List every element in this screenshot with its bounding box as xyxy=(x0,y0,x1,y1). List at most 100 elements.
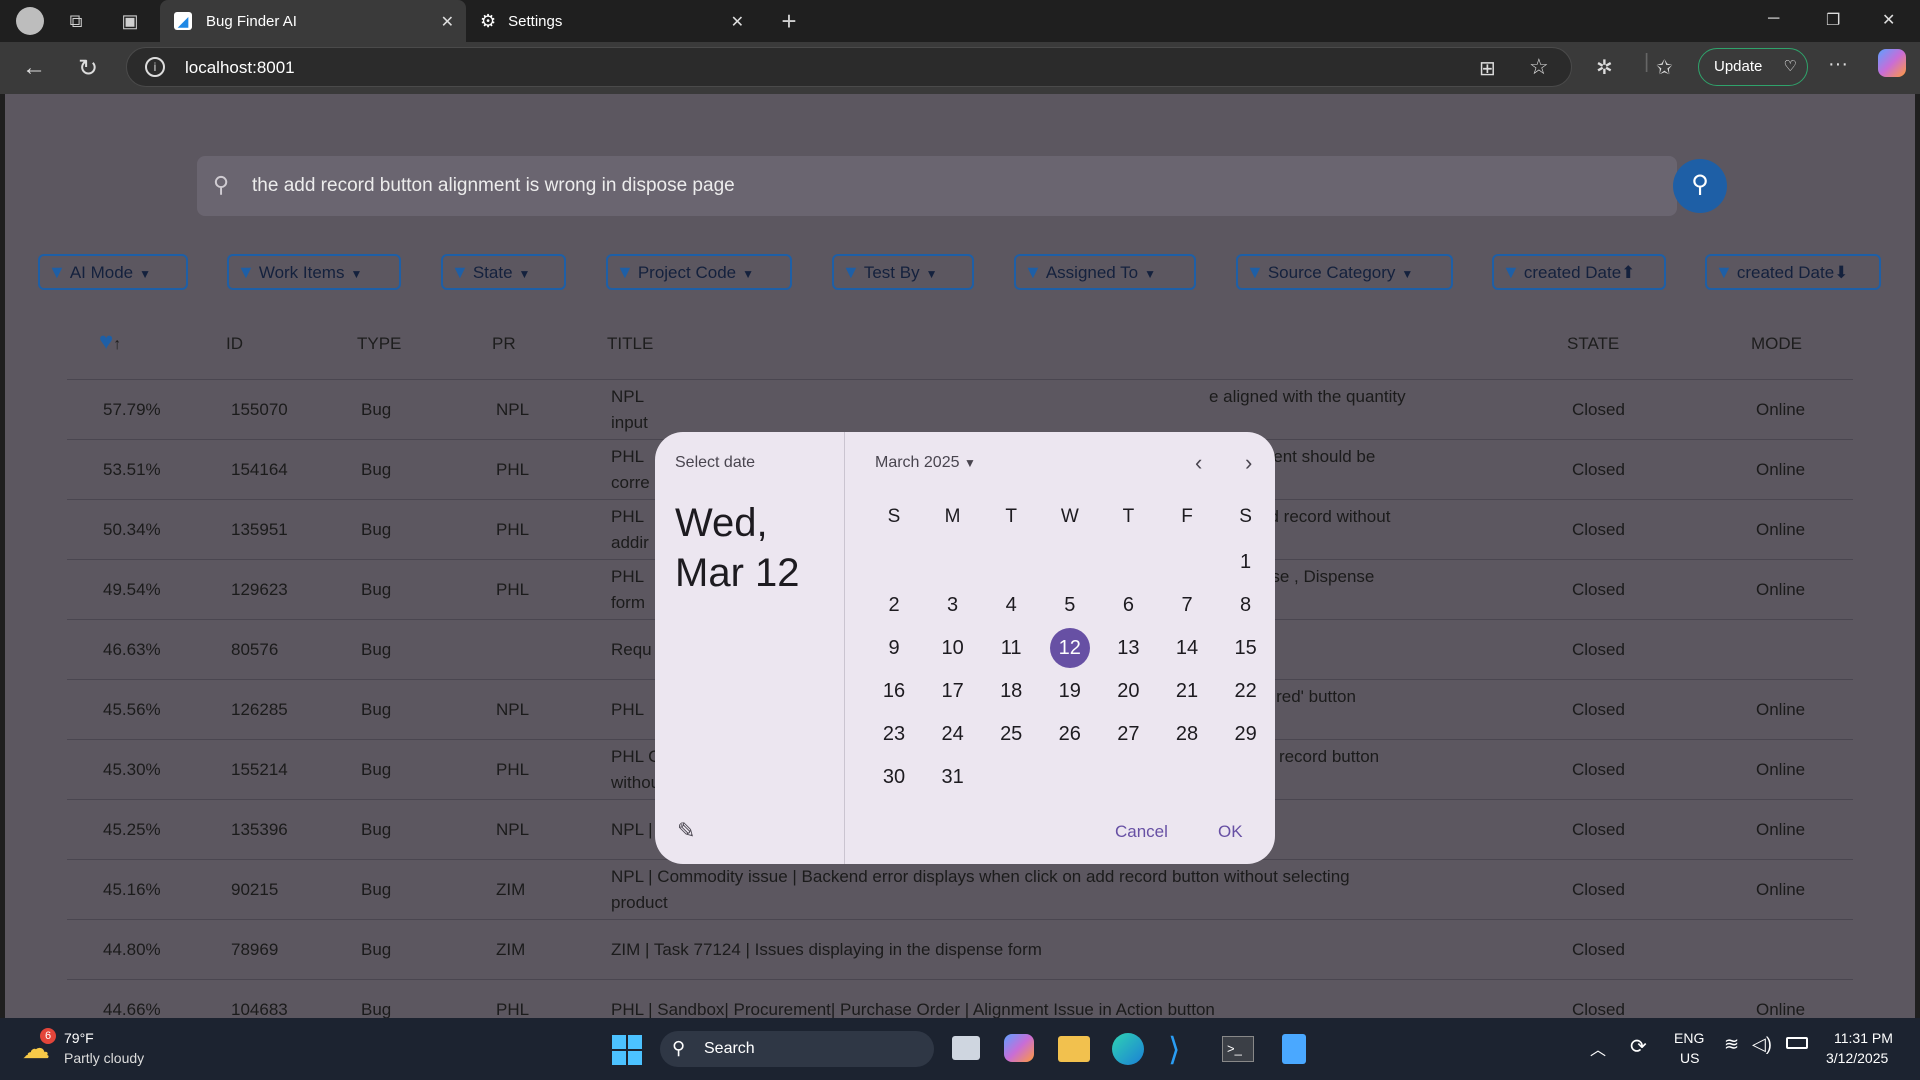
dropdown-icon: ▼ xyxy=(963,456,976,470)
close-icon[interactable]: ✕ xyxy=(731,12,744,32)
calendar-day[interactable]: 5 xyxy=(1050,585,1090,625)
date-picker-header: Select date Wed, Mar 12 ✎ xyxy=(655,432,845,864)
new-tab-icon[interactable]: + xyxy=(777,8,801,34)
notepad-icon[interactable] xyxy=(1282,1034,1306,1064)
vertical-tabs-icon[interactable]: ▣ xyxy=(118,9,142,33)
calendar-day[interactable]: 6 xyxy=(1108,585,1148,625)
calendar-day[interactable]: 25 xyxy=(991,714,1031,754)
calendar-day[interactable]: 2 xyxy=(874,585,914,625)
calendar-day[interactable]: 21 xyxy=(1167,671,1207,711)
vscode-icon[interactable]: ⟩ xyxy=(1168,1030,1180,1068)
next-month-icon[interactable]: › xyxy=(1245,450,1252,476)
sync-icon[interactable]: ⟳ xyxy=(1630,1034,1647,1059)
month-year-selector[interactable]: March 2025 ▼ xyxy=(875,454,976,472)
app-available-icon[interactable]: ⊞ xyxy=(1479,56,1496,81)
weekday-label: M xyxy=(944,506,961,527)
edit-pencil-icon[interactable]: ✎ xyxy=(677,818,695,844)
url-text[interactable]: localhost:8001 xyxy=(185,58,295,78)
input-language[interactable]: ENG xyxy=(1674,1030,1704,1046)
show-hidden-icons-chevron[interactable]: ︿ xyxy=(1590,1036,1606,1060)
update-button[interactable]: Update ♡ xyxy=(1698,48,1808,86)
calendar-day[interactable]: 26 xyxy=(1050,714,1090,754)
favorites-icon[interactable]: ✩ xyxy=(1656,55,1673,80)
file-explorer-icon[interactable] xyxy=(1058,1036,1090,1062)
calendar-day-selected[interactable]: 12 xyxy=(1049,628,1090,668)
weather-temp[interactable]: 79°F xyxy=(64,1030,94,1046)
battery-icon[interactable] xyxy=(1786,1037,1808,1049)
tab-settings[interactable]: ⚙ Settings ✕ xyxy=(466,0,756,42)
copilot-icon[interactable] xyxy=(1878,49,1906,77)
calendar-day[interactable]: 29 xyxy=(1226,714,1266,754)
month-label: March 2025 xyxy=(875,454,960,471)
calendar-day[interactable]: 14 xyxy=(1167,628,1207,668)
update-label: Update xyxy=(1714,58,1763,75)
wifi-icon[interactable]: ≋ xyxy=(1724,1034,1739,1055)
calendar-day[interactable]: 10 xyxy=(933,628,973,668)
calendar-day[interactable]: 17 xyxy=(933,671,973,711)
toolbar-divider: | xyxy=(1644,51,1650,73)
edge-browser-icon[interactable] xyxy=(1112,1033,1144,1065)
weather-desc[interactable]: Partly cloudy xyxy=(64,1050,144,1066)
select-date-heading: Select date xyxy=(675,454,756,471)
weekday-label: F xyxy=(1181,506,1193,527)
taskbar-search[interactable]: ⚲ Search xyxy=(660,1031,934,1067)
copilot-app-icon[interactable] xyxy=(1004,1034,1034,1062)
calendar-day[interactable]: 22 xyxy=(1226,671,1266,711)
info-icon[interactable]: i xyxy=(145,57,165,77)
calendar-day[interactable]: 15 xyxy=(1226,628,1266,668)
calendar-day[interactable]: 24 xyxy=(933,714,973,754)
calendar-day[interactable]: 28 xyxy=(1167,714,1207,754)
terminal-icon[interactable]: >_ xyxy=(1222,1036,1254,1062)
favorite-star-icon[interactable]: ☆ xyxy=(1529,54,1549,80)
profile-avatar[interactable] xyxy=(16,7,44,35)
weekday-label: T xyxy=(1005,506,1017,527)
more-icon[interactable]: ··· xyxy=(1828,53,1848,76)
calendar-day[interactable]: 23 xyxy=(874,714,914,754)
calendar-day[interactable]: 7 xyxy=(1167,585,1207,625)
calendar-day[interactable]: 13 xyxy=(1108,628,1148,668)
weekday-label: S xyxy=(887,506,901,527)
tab-bug-finder[interactable]: ◢ Bug Finder AI ✕ xyxy=(160,0,466,42)
windows-taskbar: ☁ 6 79°F Partly cloudy ⚲ Search ⟩ >_ ︿ ⟳… xyxy=(0,1018,1920,1080)
selected-date-display: Wed, Mar 12 xyxy=(675,498,800,598)
calendar-day[interactable]: 8 xyxy=(1226,585,1266,625)
clock-date[interactable]: 3/12/2025 xyxy=(1826,1050,1888,1066)
minimize-icon[interactable]: ─ xyxy=(1768,10,1779,28)
extensions-icon[interactable]: ✲ xyxy=(1596,55,1613,80)
calendar-day[interactable]: 1 xyxy=(1226,542,1266,582)
calendar-day[interactable]: 19 xyxy=(1050,671,1090,711)
window-close-icon[interactable]: ✕ xyxy=(1882,10,1895,30)
gear-icon: ⚙ xyxy=(480,10,497,31)
workspaces-icon[interactable]: ⧉ xyxy=(64,9,88,33)
start-icon[interactable] xyxy=(612,1035,642,1065)
calendar-day[interactable]: 9 xyxy=(874,628,914,668)
close-icon[interactable]: ✕ xyxy=(441,12,454,32)
calendar-day[interactable]: 11 xyxy=(991,628,1031,668)
date-picker-dialog: Select date Wed, Mar 12 ✎ March 2025 ▼ ‹… xyxy=(655,432,1275,864)
search-label: Search xyxy=(704,1040,755,1057)
address-bar[interactable]: i localhost:8001 ⊞ ☆ xyxy=(126,47,1572,87)
calendar-day[interactable]: 16 xyxy=(874,671,914,711)
task-view-icon[interactable] xyxy=(952,1036,980,1060)
volume-icon[interactable]: ◁) xyxy=(1752,1034,1772,1055)
calendar-day[interactable]: 18 xyxy=(991,671,1031,711)
refresh-icon[interactable]: ↻ xyxy=(78,54,98,83)
calendar-day[interactable]: 30 xyxy=(874,757,914,797)
ok-button[interactable]: OK xyxy=(1218,822,1243,842)
previous-month-icon[interactable]: ‹ xyxy=(1195,450,1202,476)
calendar-day[interactable]: 27 xyxy=(1108,714,1148,754)
back-icon[interactable]: ← xyxy=(22,54,46,82)
address-toolbar: ← ↻ i localhost:8001 ⊞ ☆ ✲ | ✩ Update ♡ ·… xyxy=(0,42,1920,94)
clock-time[interactable]: 11:31 PM xyxy=(1834,1030,1893,1046)
cancel-button[interactable]: Cancel xyxy=(1115,822,1168,842)
calendar-day[interactable]: 4 xyxy=(991,585,1031,625)
input-region[interactable]: US xyxy=(1680,1050,1699,1066)
weekday-label: W xyxy=(1060,506,1079,527)
restore-icon[interactable]: ❐ xyxy=(1826,10,1840,30)
calendar-day[interactable]: 20 xyxy=(1108,671,1148,711)
calendar-day[interactable]: 31 xyxy=(933,757,973,797)
search-icon: ⚲ xyxy=(672,1038,686,1058)
tab-title: Bug Finder AI xyxy=(206,12,297,30)
calendar-day[interactable]: 3 xyxy=(933,585,973,625)
selected-month-day: Mar 12 xyxy=(675,551,800,595)
